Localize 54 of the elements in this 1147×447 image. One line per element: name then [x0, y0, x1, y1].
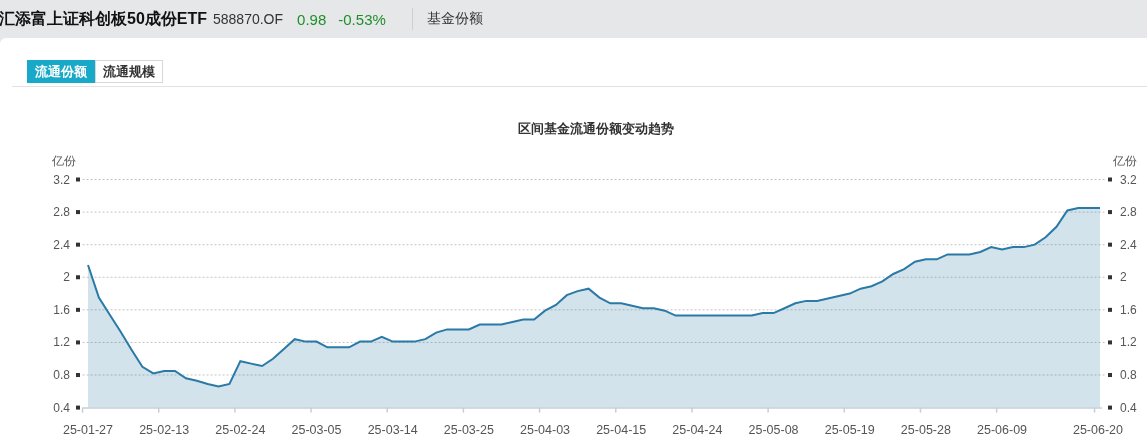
- tick-mark: [76, 210, 80, 215]
- tick-mark: [76, 373, 80, 377]
- x-tick-label: 25-05-28: [900, 422, 951, 437]
- tick-mark: [76, 275, 80, 280]
- x-tick-label: 25-03-05: [291, 422, 342, 437]
- x-tick-label: 25-05-08: [748, 422, 799, 437]
- tick-mark: [76, 405, 80, 410]
- x-tick-label: 25-04-15: [596, 422, 647, 437]
- fund-code: 588870.OF: [213, 11, 284, 27]
- y-tick-label: 3.2: [53, 172, 70, 187]
- y-tick-label: 0.4: [53, 400, 70, 415]
- tick-mark: [1108, 307, 1112, 312]
- tick-mark: [1108, 177, 1112, 182]
- x-tick-label: 25-05-19: [824, 422, 875, 437]
- x-tick-label: 25-02-24: [215, 422, 266, 437]
- y-axis-unit: 亿份: [52, 154, 76, 168]
- y-tick-label: 0.4: [1120, 400, 1137, 415]
- tick-mark: [1108, 210, 1112, 215]
- tick-mark: [1108, 405, 1112, 410]
- x-tick-label: 25-06-09: [977, 422, 1028, 437]
- y-tick-label: 1.6: [1120, 302, 1137, 317]
- y-tick-label: 2: [63, 270, 70, 285]
- x-tick-label: 25-06-20: [1073, 422, 1123, 437]
- tick-mark: [76, 307, 80, 312]
- y-tick-label: 2: [1120, 270, 1127, 285]
- x-tick-label: 25-02-13: [139, 422, 190, 437]
- x-tick-label: 25-03-14: [367, 422, 418, 437]
- chart-title: 区间基金流通份额变动趋势: [517, 120, 675, 138]
- tab[interactable]: 流通规模: [95, 60, 163, 83]
- y-tick-label: 2.4: [1120, 237, 1137, 252]
- tick-mark: [1108, 242, 1112, 247]
- y-tick-label: 1.2: [1120, 335, 1137, 350]
- tick-mark: [1108, 373, 1112, 377]
- tick-mark: [76, 242, 80, 247]
- tick-mark: [1108, 275, 1112, 280]
- price: 0.98: [297, 10, 327, 28]
- x-tick-label: 25-04-24: [672, 422, 723, 437]
- y-tick-label: 0.8: [1120, 368, 1137, 382]
- y-tick-label: 1.6: [53, 302, 70, 317]
- price-change: -0.53%: [338, 10, 386, 28]
- y-tick-label: 2.8: [1120, 205, 1137, 220]
- y-axis-unit: 亿份: [1113, 154, 1137, 168]
- tick-mark: [76, 340, 80, 345]
- x-tick-label: 25-01-27: [63, 422, 113, 437]
- y-tick-label: 2.8: [53, 205, 70, 220]
- tick-mark: [1108, 340, 1112, 345]
- y-tick-label: 3.2: [1120, 172, 1137, 187]
- tick-mark: [76, 177, 80, 182]
- x-tick-label: 25-04-03: [520, 422, 571, 437]
- x-tick-label: 25-03-25: [443, 422, 494, 437]
- y-tick-label: 1.2: [53, 335, 70, 350]
- y-tick-label: 2.4: [53, 237, 70, 252]
- section-title: 基金份额: [426, 10, 483, 28]
- y-tick-label: 0.8: [53, 368, 70, 382]
